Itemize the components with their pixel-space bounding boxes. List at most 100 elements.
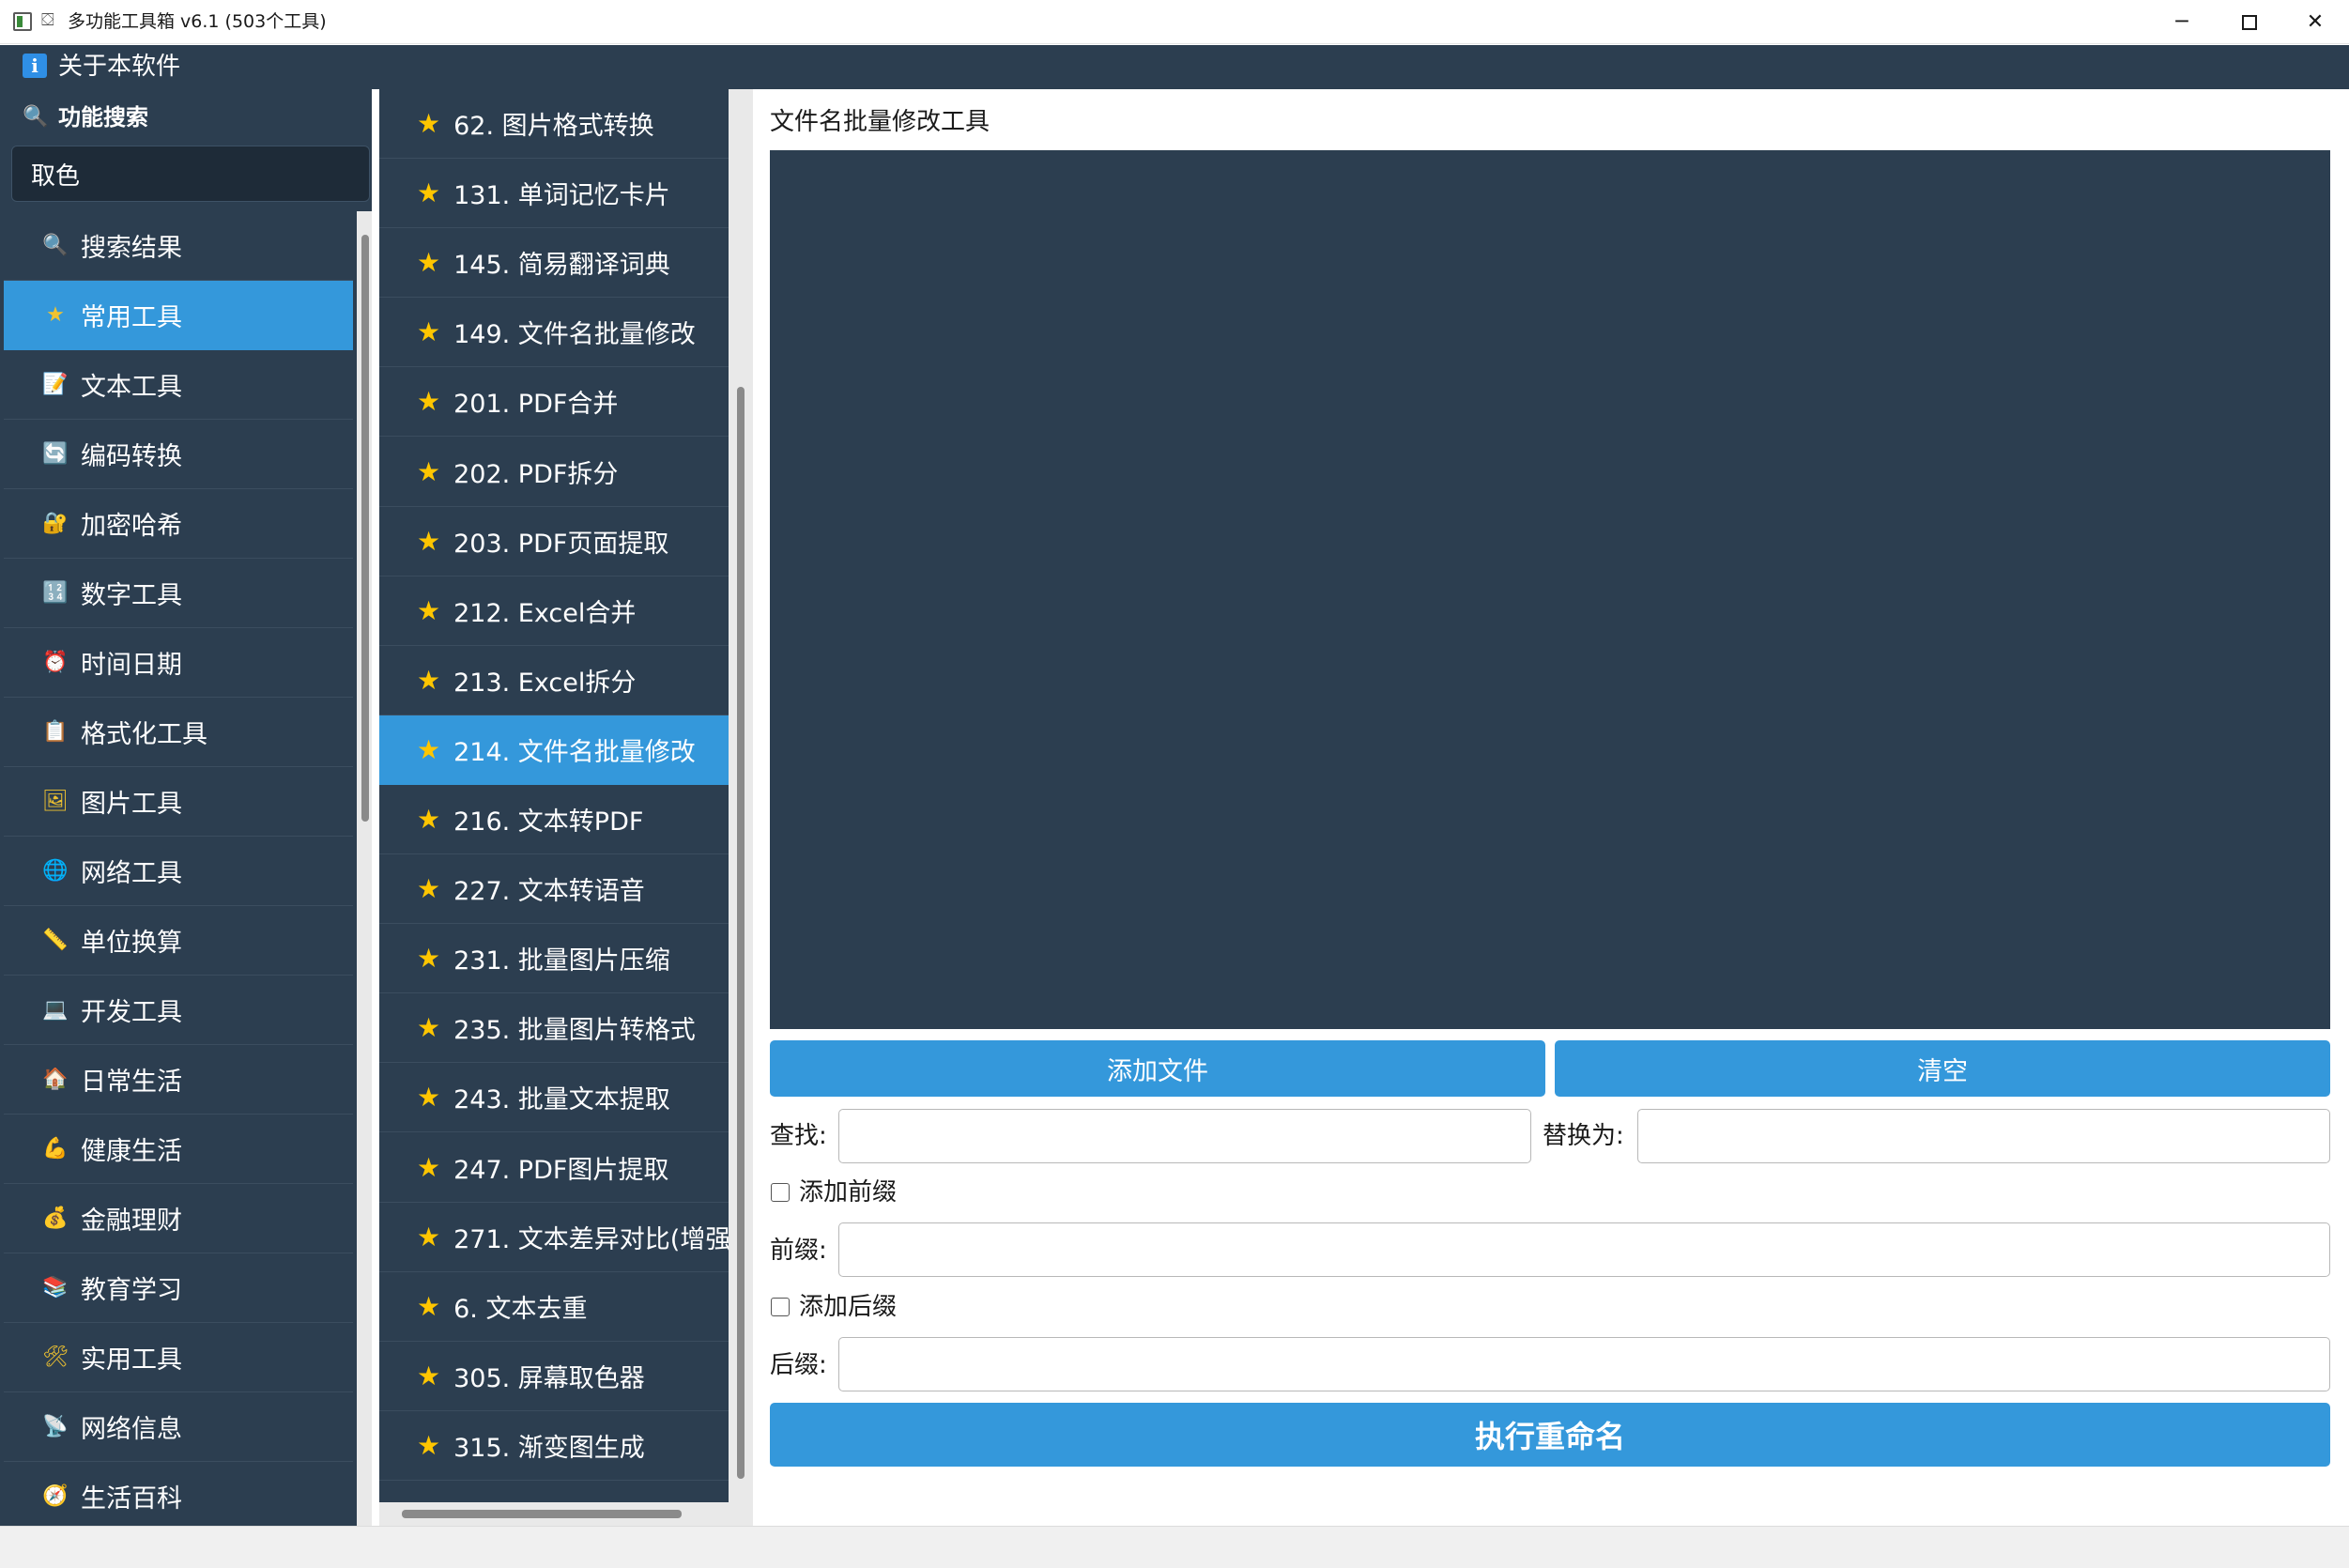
category-item[interactable]: 🛠 实用工具 <box>4 1323 353 1392</box>
tool-list-item[interactable]: ★ 247. PDF图片提取 <box>379 1133 729 1203</box>
info-icon: i <box>23 54 47 78</box>
find-label: 查找: <box>770 1122 827 1150</box>
menu-item-about[interactable]: 关于本软件 <box>58 51 180 83</box>
toolbox-icon: ⛋ <box>41 10 54 30</box>
tool-label: 305. 屏幕取色器 <box>453 1364 645 1393</box>
tool-label: 315. 渐变图生成 <box>453 1434 645 1463</box>
maximize-button[interactable] <box>2216 0 2283 44</box>
alarm-clock-icon: ⏰ <box>42 650 69 674</box>
search-input[interactable] <box>11 146 370 202</box>
star-icon: ★ <box>417 1011 441 1043</box>
star-icon: ★ <box>417 1081 441 1113</box>
prefix-input[interactable] <box>838 1222 2330 1277</box>
close-button[interactable]: ✕ <box>2281 0 2349 44</box>
category-item[interactable]: 🖼 图片工具 <box>4 767 353 837</box>
category-label: 文本工具 <box>81 373 182 402</box>
category-item[interactable]: 📏 单位换算 <box>4 906 353 976</box>
tool-list-item[interactable]: ★ 214. 文件名批量修改 <box>379 715 729 785</box>
tool-list-item[interactable]: ★ 145. 简易翻译词典 <box>379 228 729 298</box>
search-icon: 🔍 <box>23 105 49 129</box>
tool-label: 62. 图片格式转换 <box>453 112 654 141</box>
category-item[interactable]: 🔐 加密哈希 <box>4 489 353 559</box>
suffix-label: 后缀: <box>770 1351 827 1379</box>
tool-list-item[interactable]: ★ 231. 批量图片压缩 <box>379 924 729 993</box>
category-item[interactable]: 🏠 日常生活 <box>4 1045 353 1115</box>
category-item[interactable]: 💪 健康生活 <box>4 1115 353 1184</box>
tool-label: 235. 批量图片转格式 <box>453 1016 696 1045</box>
tool-list-item[interactable]: ★ 201. PDF合并 <box>379 367 729 437</box>
category-item[interactable]: 📝 文本工具 <box>4 350 353 420</box>
house-icon: 🏠 <box>42 1067 69 1091</box>
tool-list-item[interactable]: ★ 213. Excel拆分 <box>379 646 729 715</box>
money-bag-icon: 💰 <box>42 1206 69 1230</box>
tool-label: 216. 文本转PDF <box>453 807 644 837</box>
tool-list-item[interactable]: ★ 149. 文件名批量修改 <box>379 298 729 367</box>
category-item[interactable]: 🔢 数字工具 <box>4 559 353 628</box>
tool-label: 201. PDF合并 <box>453 390 619 419</box>
category-item[interactable]: 📋 格式化工具 <box>4 698 353 767</box>
tool-list-vscrollbar-thumb[interactable] <box>737 387 745 1479</box>
category-item[interactable]: 🧭 生活百科 <box>4 1462 353 1531</box>
category-item[interactable]: 📚 教育学习 <box>4 1253 353 1323</box>
tool-label: 231. 批量图片压缩 <box>453 946 670 976</box>
tool-label: 247. PDF图片提取 <box>453 1156 669 1185</box>
search-header: 功能搜索 <box>58 104 148 131</box>
tool-list-hscrollbar-thumb[interactable] <box>402 1510 682 1518</box>
add-prefix-checkbox[interactable] <box>771 1183 790 1202</box>
books-icon: 📚 <box>42 1275 69 1299</box>
file-list[interactable] <box>770 150 2330 1029</box>
category-item[interactable]: ★ 常用工具 <box>4 281 353 350</box>
tool-list-item[interactable]: ★ 235. 批量图片转格式 <box>379 993 729 1063</box>
tool-list-item[interactable]: ★ 305. 屏幕取色器 <box>379 1342 729 1411</box>
compass-icon: 🧭 <box>42 1483 69 1508</box>
tool-list-item[interactable]: ★ 202. PDF拆分 <box>379 438 729 507</box>
magnifier-icon: 🔍 <box>42 233 69 257</box>
star-icon: ★ <box>417 455 441 487</box>
star-icon: ★ <box>417 664 441 696</box>
app-icon <box>13 12 32 31</box>
tool-title: 文件名批量修改工具 <box>770 108 990 136</box>
execute-rename-button[interactable]: 执行重命名 <box>770 1403 2330 1467</box>
find-input[interactable] <box>838 1109 1531 1163</box>
minimize-button[interactable]: ─ <box>2148 0 2216 44</box>
category-scrollbar-thumb[interactable] <box>361 235 369 822</box>
star-icon: ★ <box>417 1360 441 1391</box>
tool-list-item[interactable]: ★ 62. 图片格式转换 <box>379 89 729 159</box>
star-icon: ★ <box>46 302 65 327</box>
add-suffix-label[interactable]: 添加后缀 <box>799 1291 897 1323</box>
tool-list-item[interactable]: ★ 6. 文本去重 <box>379 1272 729 1342</box>
category-label: 常用工具 <box>81 303 182 332</box>
tool-label: 212. Excel合并 <box>453 599 637 628</box>
tool-list-item[interactable]: ★ 131. 单词记忆卡片 <box>379 159 729 228</box>
picture-icon: 🖼 <box>42 789 69 813</box>
star-icon: ★ <box>417 385 441 417</box>
tool-list-item[interactable]: ★ 271. 文本差异对比(增强) <box>379 1203 741 1272</box>
tool-list-item[interactable]: ★ 315. 渐变图生成 <box>379 1411 729 1481</box>
replace-input[interactable] <box>1637 1109 2330 1163</box>
add-files-button[interactable]: 添加文件 <box>770 1040 1545 1097</box>
tool-label: 243. 批量文本提取 <box>453 1085 670 1115</box>
tool-list-item[interactable]: ★ 227. 文本转语音 <box>379 854 729 924</box>
tool-list-item[interactable]: ★ 216. 文本转PDF <box>379 785 729 854</box>
add-prefix-label[interactable]: 添加前缀 <box>799 1176 897 1208</box>
category-item[interactable]: 🌐 网络工具 <box>4 837 353 906</box>
category-item[interactable]: 💰 金融理财 <box>4 1184 353 1253</box>
category-item[interactable]: 🔍 搜索结果 <box>4 211 353 281</box>
tools-icon: 🛠 <box>42 1345 69 1369</box>
clear-button[interactable]: 清空 <box>1555 1040 2330 1097</box>
suffix-input[interactable] <box>838 1337 2330 1391</box>
tool-list-item[interactable]: ★ 212. Excel合并 <box>379 576 729 646</box>
category-item[interactable]: 💻 开发工具 <box>4 976 353 1045</box>
tool-list-item[interactable]: ★ 243. 批量文本提取 <box>379 1063 729 1132</box>
category-item[interactable]: ⏰ 时间日期 <box>4 628 353 698</box>
category-item[interactable]: 📡 网络信息 <box>4 1392 353 1462</box>
muscle-icon: 💪 <box>42 1136 69 1161</box>
tool-list-item[interactable]: ★ 203. PDF页面提取 <box>379 507 729 576</box>
star-icon: ★ <box>417 803 441 835</box>
add-suffix-checkbox[interactable] <box>771 1298 790 1316</box>
category-item[interactable]: 🔄 编码转换 <box>4 420 353 489</box>
category-label: 日常生活 <box>81 1068 182 1097</box>
tool-label: 227. 文本转语音 <box>453 877 645 906</box>
category-label: 时间日期 <box>81 651 182 680</box>
category-label: 网络信息 <box>81 1415 182 1444</box>
